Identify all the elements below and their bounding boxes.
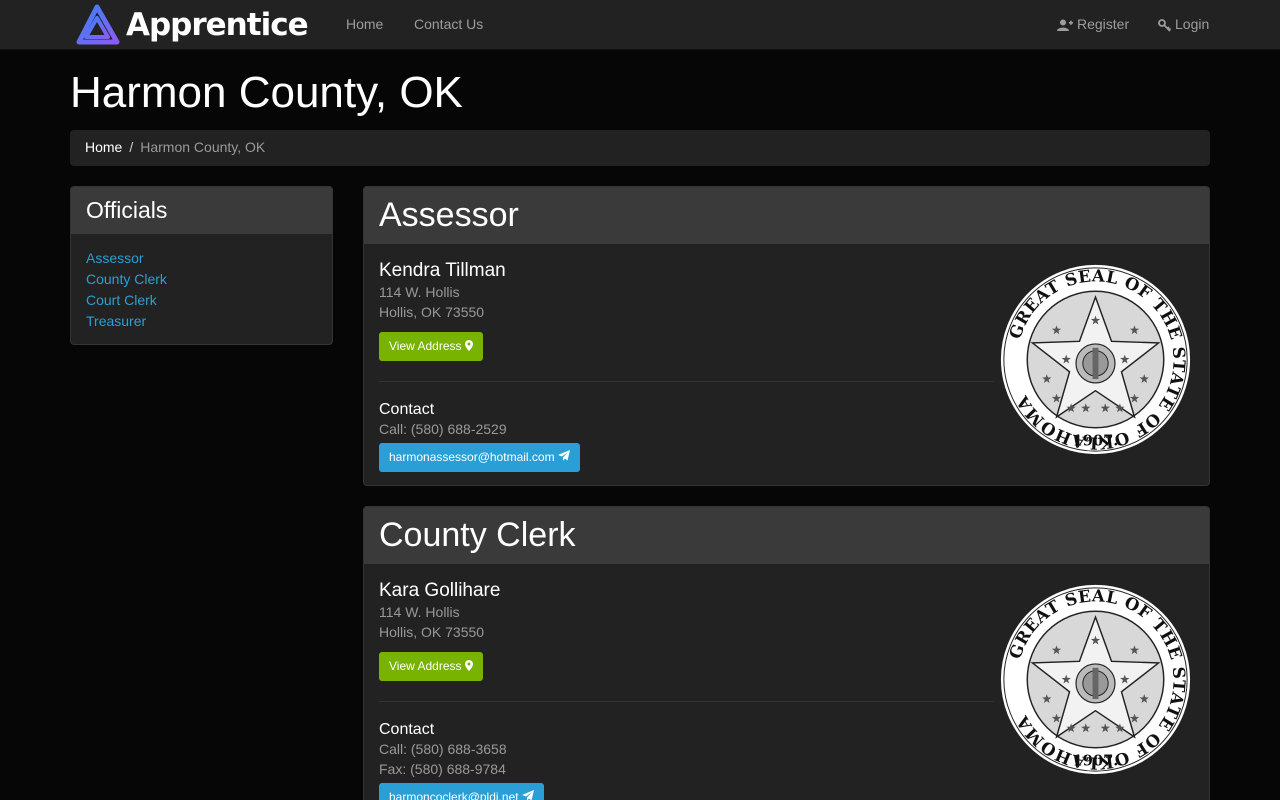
nav-register-link[interactable]: Register (1057, 16, 1129, 32)
map-marker-icon (464, 340, 473, 351)
nav-home-link[interactable]: Home (346, 16, 383, 32)
login-label: Login (1175, 16, 1210, 32)
oklahoma-state-seal-icon: GREAT SEAL OF THE STATE OF OKLAHOMA1907. (998, 262, 1193, 457)
divider (379, 701, 994, 702)
view-address-label: View Address (389, 339, 462, 353)
email-label: harmonassessor@hotmail.com (389, 450, 555, 464)
sidebar-item-court-clerk[interactable]: Court Clerk (86, 292, 157, 308)
view-address-button[interactable]: View Address (379, 332, 483, 361)
oklahoma-state-seal-icon: GREAT SEAL OF THE STATE OF OKLAHOMA1907. (998, 582, 1193, 777)
register-label: Register (1077, 16, 1130, 32)
seal-year-text: 1907. (1073, 432, 1119, 449)
email-button[interactable]: harmoncoclerk@pldi.net (379, 783, 544, 800)
view-address-button[interactable]: View Address (379, 652, 483, 681)
paper-plane-icon (521, 790, 534, 800)
panel-title: Assessor (364, 187, 1209, 244)
nav-contact-link[interactable]: Contact Us (414, 16, 483, 32)
sidebar-item: Treasurer (86, 311, 317, 332)
email-button[interactable]: harmonassessor@hotmail.com (379, 443, 580, 472)
paper-plane-icon (557, 450, 570, 461)
email-label: harmoncoclerk@pldi.net (389, 790, 519, 800)
key-icon (1158, 18, 1171, 32)
assessor-panel: Assessor Kendra Tillman 114 W. Hollis Ho… (363, 186, 1210, 486)
panel-body: Kendra Tillman 114 W. Hollis Hollis, OK … (364, 244, 1209, 485)
sidebar-item: Court Clerk (86, 290, 317, 311)
sidebar-list: Assessor County Clerk Court Clerk Treasu… (71, 234, 332, 344)
officials-sidebar: Officials Assessor County Clerk Court Cl… (70, 186, 333, 345)
page-title: Harmon County, OK (70, 68, 463, 117)
top-navbar: Apprentice Home Contact Us Register Logi… (0, 0, 1280, 50)
sidebar-item-assessor[interactable]: Assessor (86, 250, 144, 266)
sidebar-item: Assessor (86, 248, 317, 269)
brand-logo-link[interactable]: Apprentice (74, 4, 309, 46)
apprentice-logo-icon (76, 4, 120, 45)
sidebar-title: Officials (71, 187, 332, 234)
sidebar-item-treasurer[interactable]: Treasurer (86, 313, 146, 329)
sidebar-item-county-clerk[interactable]: County Clerk (86, 271, 167, 287)
sidebar-item: County Clerk (86, 269, 317, 290)
panel-title: County Clerk (364, 507, 1209, 564)
breadcrumb: Home / Harmon County, OK (70, 130, 1210, 166)
breadcrumb-home-link[interactable]: Home (85, 139, 122, 155)
breadcrumb-current: Harmon County, OK (140, 139, 266, 155)
user-plus-icon (1057, 19, 1073, 31)
divider (379, 381, 994, 382)
view-address-label: View Address (389, 659, 462, 673)
map-marker-icon (464, 660, 473, 671)
panel-body: Kara Gollihare 114 W. Hollis Hollis, OK … (364, 564, 1209, 800)
breadcrumb-separator: / (129, 139, 134, 155)
seal-year-text: 1907. (1073, 752, 1119, 769)
nav-login-link[interactable]: Login (1158, 16, 1209, 32)
brand-name: Apprentice (126, 7, 309, 43)
county-clerk-panel: County Clerk Kara Gollihare 114 W. Holli… (363, 506, 1210, 800)
